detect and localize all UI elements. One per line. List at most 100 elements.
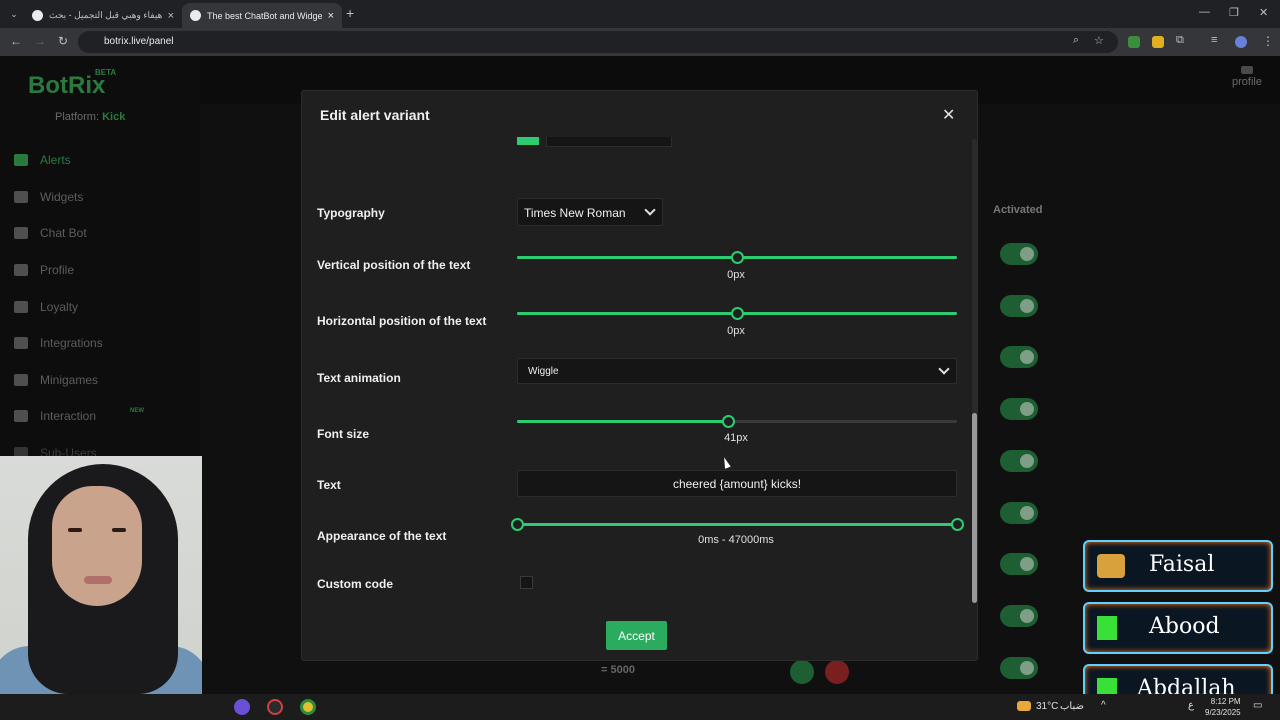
browser-tab-search[interactable]: هيفاء وهبي قبل التجميل - بحث × (24, 3, 182, 28)
text-label: Text (317, 478, 341, 492)
typography-select[interactable]: Times New Roman (517, 198, 663, 226)
sidebar-item-profile[interactable]: Profile (14, 252, 194, 289)
address-bar[interactable]: botrix.live/panel (78, 31, 1118, 53)
time-text: 8:12 PM (1210, 697, 1241, 706)
browser-tab-botrix[interactable]: The best ChatBot and Widgets × (182, 3, 342, 28)
tab-close-icon[interactable]: × (168, 10, 174, 22)
activated-toggle[interactable] (1000, 398, 1038, 420)
recorder-icon[interactable] (267, 699, 283, 715)
extension-icon[interactable] (1152, 36, 1164, 48)
delete-trash-icon[interactable] (825, 660, 849, 684)
modal-scrollbar-thumb[interactable] (972, 413, 977, 603)
language-indicator[interactable]: ع (1188, 700, 1194, 711)
pen-icon (1240, 66, 1253, 74)
windows-taskbar: 31°C ضباب ^ ع 8:12 PM 9/23/2025 ▭ (0, 694, 1280, 720)
alert-text-input[interactable]: cheered {amount} kicks! (517, 470, 957, 497)
viewer-name: Abood (1149, 614, 1220, 639)
forward-icon[interactable]: → (34, 34, 46, 48)
vertical-position-value: 0px (727, 269, 745, 281)
profile-link[interactable]: profile (1232, 66, 1262, 88)
sidebar-item-label: Minigames (40, 372, 99, 387)
slider-thumb[interactable] (731, 307, 744, 320)
tab-label: The best ChatBot and Widgets (207, 10, 322, 21)
extensions-puzzle-icon[interactable]: ⧉ (1176, 34, 1184, 47)
extension-icon[interactable] (1128, 36, 1140, 48)
window-close-icon[interactable]: ✕ (1259, 6, 1268, 19)
horizontal-position-slider[interactable] (517, 307, 957, 320)
new-tab-icon[interactable]: + (346, 5, 354, 21)
slider-thumb[interactable] (731, 251, 744, 264)
accept-button[interactable]: Accept (606, 621, 667, 650)
color-field[interactable] (546, 137, 672, 147)
chrome-icon[interactable] (300, 699, 316, 715)
profile-avatar-icon[interactable] (1235, 36, 1247, 48)
activated-toggle[interactable] (1000, 657, 1038, 679)
activated-toggle[interactable] (1000, 243, 1038, 265)
appearance-range-slider[interactable] (511, 518, 964, 531)
modal-close-icon[interactable]: ✕ (942, 105, 955, 125)
activated-toggle[interactable] (1000, 502, 1038, 524)
beta-badge: BETA (95, 68, 117, 77)
activated-column-header: Activated (993, 204, 1043, 216)
edit-alert-variant-modal: Edit alert variant ✕ Typography Times Ne… (301, 90, 978, 661)
back-icon[interactable]: ← (10, 34, 22, 48)
activated-toggle[interactable] (1000, 553, 1038, 575)
sidebar-item-alerts[interactable]: Alerts (14, 142, 194, 179)
restore-icon[interactable]: ❐ (1229, 6, 1239, 19)
sidebar-item-minigames[interactable]: Minigames (14, 362, 194, 399)
text-animation-select[interactable]: Wiggle (517, 358, 957, 384)
weather-icon (1017, 701, 1031, 711)
vertical-position-slider[interactable] (517, 251, 957, 264)
crown-icon (1097, 554, 1125, 578)
activated-toggle[interactable] (1000, 295, 1038, 317)
media-icon[interactable]: ≡ (1211, 34, 1217, 46)
reload-icon[interactable]: ↻ (58, 34, 68, 48)
text-animation-value: Wiggle (528, 366, 559, 377)
slider-fill (517, 420, 729, 423)
bookmark-star-icon[interactable]: ☆ (1094, 34, 1104, 47)
activated-toggle[interactable] (1000, 346, 1038, 368)
sidebar-item-interaction[interactable]: Interaction NEW (14, 398, 194, 435)
webcam-lips (84, 576, 112, 584)
profile-link-label: profile (1232, 76, 1262, 88)
url-text: botrix.live/panel (104, 36, 174, 47)
notification-icon[interactable]: ▭ (1253, 700, 1262, 711)
activated-toggle[interactable] (1000, 450, 1038, 472)
browser-menu-icon[interactable]: ⋮ (1262, 34, 1274, 48)
logo: BotRix (28, 72, 106, 99)
sidebar-item-label: Chat Bot (40, 226, 87, 241)
range-end-thumb[interactable] (951, 518, 964, 531)
tray-chevron-icon[interactable]: ^ (1101, 700, 1106, 711)
zoom-icon[interactable]: ⌕ (1073, 34, 1079, 47)
app-icon[interactable] (234, 699, 250, 715)
webcam-eye (68, 528, 82, 532)
sidebar-item-label: Widgets (40, 189, 84, 204)
sidebar-item-widgets[interactable]: Widgets (14, 179, 194, 216)
modal-body: Typography Times New Roman Vertical posi… (302, 137, 979, 613)
horizontal-position-value: 0px (727, 325, 745, 337)
chevron-down-icon (938, 363, 950, 375)
slider-thumb[interactable] (722, 415, 736, 428)
custom-code-checkbox[interactable] (520, 576, 533, 589)
botrix-favicon-icon (190, 10, 201, 21)
tab-label: هيفاء وهبي قبل التجميل - بحث (49, 10, 162, 20)
custom-code-label: Custom code (317, 577, 394, 591)
horizontal-position-label: Horizontal position of the text (317, 314, 487, 328)
text-animation-label: Text animation (317, 371, 401, 385)
activated-toggle[interactable] (1000, 605, 1038, 627)
tab-search-icon[interactable]: ⌄ (6, 6, 22, 22)
range-start-thumb[interactable] (511, 518, 524, 531)
color-swatch[interactable] (517, 137, 539, 145)
font-size-slider[interactable] (517, 415, 957, 428)
id-card-icon (14, 264, 28, 277)
sidebar-item-label: Profile (40, 263, 75, 278)
google-icon (32, 10, 43, 21)
edit-pencil-icon[interactable] (790, 660, 814, 684)
sidebar-item-integrations[interactable]: Integrations (14, 325, 194, 362)
sidebar-item-loyalty[interactable]: Loyalty (14, 288, 194, 325)
sidebar-item-chat-bot[interactable]: Chat Bot (14, 215, 194, 252)
clock[interactable]: 8:12 PM 9/23/2025 (1205, 696, 1241, 718)
tab-close-icon[interactable]: × (328, 10, 334, 22)
typography-label: Typography (317, 206, 385, 220)
minimize-icon[interactable]: — (1199, 6, 1210, 18)
